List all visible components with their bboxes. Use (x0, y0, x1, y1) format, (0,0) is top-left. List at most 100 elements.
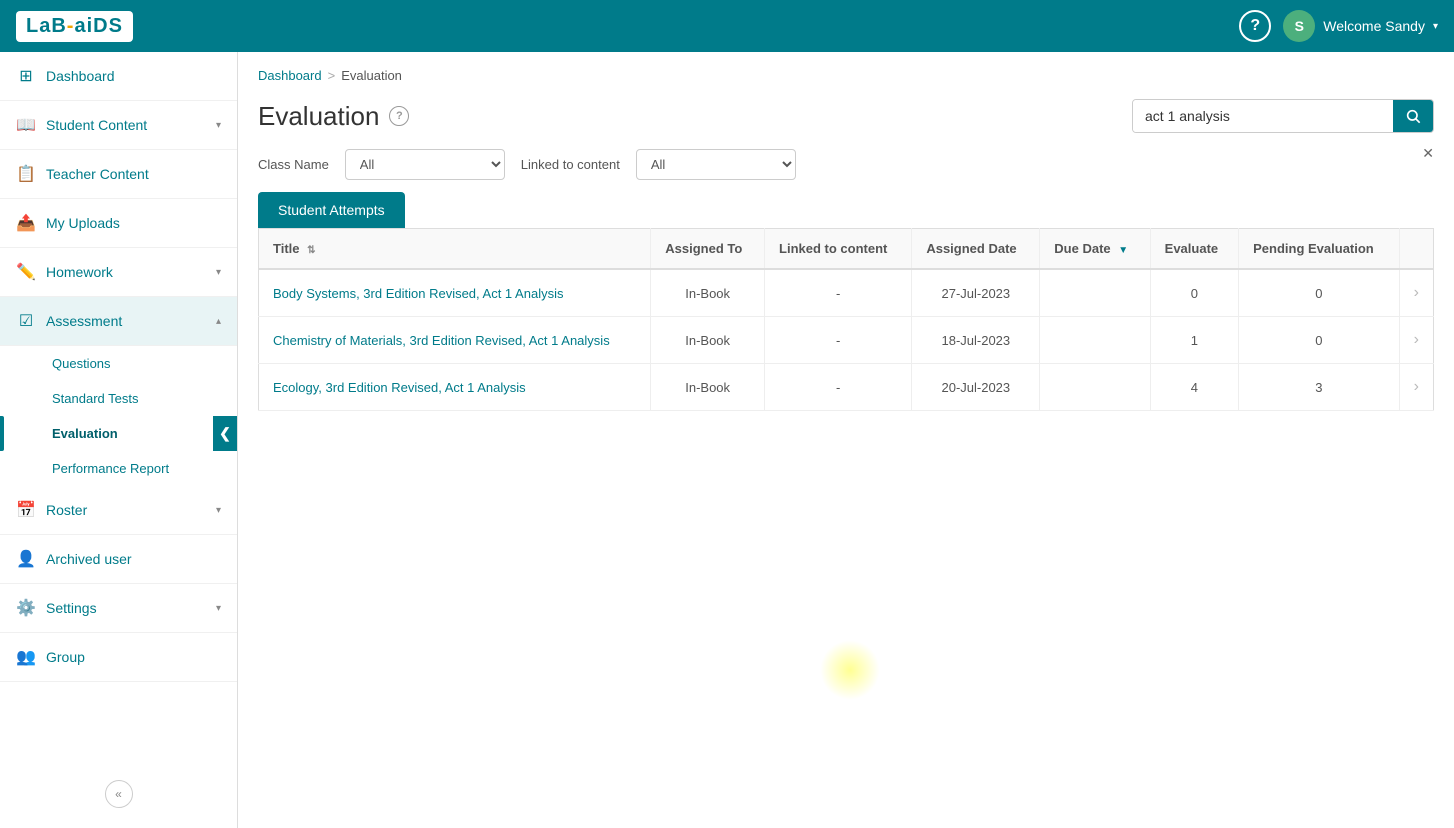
cell-evaluate-0: 0 (1150, 269, 1238, 317)
cell-evaluate-2: 4 (1150, 364, 1238, 411)
cell-due-date-0 (1040, 269, 1150, 317)
cell-title-2: Ecology, 3rd Edition Revised, Act 1 Anal… (259, 364, 651, 411)
assessment-chevron: ▴ (216, 316, 221, 327)
cell-assigned-to-1: In-Book (651, 317, 765, 364)
sidebar-item-archived-user[interactable]: 👤 Archived user (0, 535, 237, 584)
breadcrumb-dashboard[interactable]: Dashboard (258, 68, 322, 83)
sidebar-collapse-button[interactable]: « (105, 780, 133, 808)
sidebar-sub-label-evaluation: Evaluation (52, 426, 118, 441)
search-button[interactable] (1393, 100, 1433, 132)
col-header-linked-content: Linked to content (765, 229, 912, 270)
class-name-select[interactable]: All Class A Class B Class C (345, 149, 505, 180)
my-uploads-icon: 📤 (16, 213, 36, 233)
close-filter-button[interactable]: ✕ (1422, 145, 1434, 162)
roster-chevron: ▾ (216, 505, 221, 516)
tabs-row: Student Attempts (238, 192, 1454, 228)
row-arrow-0[interactable]: › (1414, 284, 1419, 301)
content-area: Dashboard > Evaluation Evaluation ? (238, 52, 1454, 828)
search-box (1132, 99, 1434, 133)
user-menu-chevron: ▾ (1433, 21, 1438, 32)
sidebar-item-assessment[interactable]: ☑ Assessment ▴ (0, 297, 237, 346)
user-badge[interactable]: S Welcome Sandy ▾ (1283, 10, 1438, 42)
sidebar-sub-label-performance-report: Performance Report (52, 461, 169, 476)
page-title: Evaluation (258, 101, 379, 132)
sidebar-item-teacher-content[interactable]: 📋 Teacher Content (0, 150, 237, 199)
active-indicator (0, 416, 4, 451)
row-arrow-1[interactable]: › (1414, 331, 1419, 348)
archived-user-icon: 👤 (16, 549, 36, 569)
teacher-content-icon: 📋 (16, 164, 36, 184)
cell-pending-1: 0 (1239, 317, 1400, 364)
row-arrow-2[interactable]: › (1414, 378, 1419, 395)
evaluation-table: Title ⇅ Assigned To Linked to content As… (258, 228, 1434, 411)
cell-pending-2: 3 (1239, 364, 1400, 411)
title-link-0[interactable]: Body Systems, 3rd Edition Revised, Act 1… (273, 286, 563, 301)
cell-linked-content-1: - (765, 317, 912, 364)
sidebar-item-homework[interactable]: ✏️ Homework ▾ (0, 248, 237, 297)
cell-arrow-2: › (1399, 364, 1433, 411)
sidebar-sub-standard-tests[interactable]: Standard Tests (0, 381, 237, 416)
cell-assigned-date-1: 18-Jul-2023 (912, 317, 1040, 364)
cell-title-0: Body Systems, 3rd Edition Revised, Act 1… (259, 269, 651, 317)
sidebar-sub-label-standard-tests: Standard Tests (52, 391, 138, 406)
due-date-sort-icon[interactable]: ▼ (1118, 245, 1128, 256)
sidebar-sub-questions[interactable]: Questions (0, 346, 237, 381)
table-header-row: Title ⇅ Assigned To Linked to content As… (259, 229, 1434, 270)
user-avatar: S (1283, 10, 1315, 42)
sidebar-item-group[interactable]: 👥 Group (0, 633, 237, 682)
sidebar-item-my-uploads[interactable]: 📤 My Uploads (0, 199, 237, 248)
sidebar-label-dashboard: Dashboard (46, 68, 221, 84)
col-header-due-date: Due Date ▼ (1040, 229, 1150, 270)
student-content-chevron: ▾ (216, 120, 221, 131)
class-name-label: Class Name (258, 157, 329, 172)
col-header-assigned-to: Assigned To (651, 229, 765, 270)
sidebar-item-roster[interactable]: 📅 Roster ▾ (0, 486, 237, 535)
cell-assigned-date-2: 20-Jul-2023 (912, 364, 1040, 411)
settings-chevron: ▾ (216, 603, 221, 614)
col-header-title: Title ⇅ (259, 229, 651, 270)
table-container: Title ⇅ Assigned To Linked to content As… (238, 228, 1454, 828)
cell-due-date-2 (1040, 364, 1150, 411)
tab-student-attempts[interactable]: Student Attempts (258, 192, 405, 228)
page-help-icon[interactable]: ? (389, 106, 409, 126)
sidebar-item-student-content[interactable]: 📖 Student Content ▾ (0, 101, 237, 150)
evaluation-dot (36, 430, 44, 438)
sidebar-item-dashboard[interactable]: ⊞ Dashboard (0, 52, 237, 101)
cell-title-1: Chemistry of Materials, 3rd Edition Revi… (259, 317, 651, 364)
sidebar-sub-evaluation[interactable]: Evaluation ❮ (0, 416, 237, 451)
search-input[interactable] (1133, 100, 1393, 132)
title-sort-icon[interactable]: ⇅ (307, 245, 315, 256)
table-row: Chemistry of Materials, 3rd Edition Revi… (259, 317, 1434, 364)
filter-row: Class Name All Class A Class B Class C L… (238, 149, 1454, 192)
sidebar-label-my-uploads: My Uploads (46, 215, 221, 231)
cell-arrow-0: › (1399, 269, 1433, 317)
sidebar-label-group: Group (46, 649, 221, 665)
roster-icon: 📅 (16, 500, 36, 520)
sidebar-item-settings[interactable]: ⚙️ Settings ▾ (0, 584, 237, 633)
assessment-icon: ☑ (16, 311, 36, 331)
table-row: Ecology, 3rd Edition Revised, Act 1 Anal… (259, 364, 1434, 411)
sidebar: ⊞ Dashboard 📖 Student Content ▾ 📋 Teache… (0, 52, 238, 828)
evaluation-active-bar: ❮ (213, 416, 237, 451)
cell-assigned-to-2: In-Book (651, 364, 765, 411)
sidebar-label-assessment: Assessment (46, 313, 206, 329)
logo-text: LaB-aiDS (26, 15, 123, 38)
logo: LaB-aiDS (16, 11, 133, 42)
sidebar-sub-performance-report[interactable]: Performance Report (0, 451, 237, 486)
cell-assigned-to-0: In-Book (651, 269, 765, 317)
cell-due-date-1 (1040, 317, 1150, 364)
sidebar-label-settings: Settings (46, 600, 206, 616)
table-row: Body Systems, 3rd Edition Revised, Act 1… (259, 269, 1434, 317)
title-link-2[interactable]: Ecology, 3rd Edition Revised, Act 1 Anal… (273, 380, 526, 395)
breadcrumb-current: Evaluation (341, 68, 402, 83)
linked-content-select[interactable]: All In-Book Standalone (636, 149, 796, 180)
standard-tests-dot (36, 395, 44, 403)
breadcrumb-separator: > (328, 68, 336, 83)
group-icon: 👥 (16, 647, 36, 667)
cell-evaluate-1: 1 (1150, 317, 1238, 364)
top-header: LaB-aiDS ? S Welcome Sandy ▾ (0, 0, 1454, 52)
page-title-row: Evaluation ? (258, 101, 409, 132)
title-link-1[interactable]: Chemistry of Materials, 3rd Edition Revi… (273, 333, 610, 348)
col-header-arrow (1399, 229, 1433, 270)
help-button[interactable]: ? (1239, 10, 1271, 42)
